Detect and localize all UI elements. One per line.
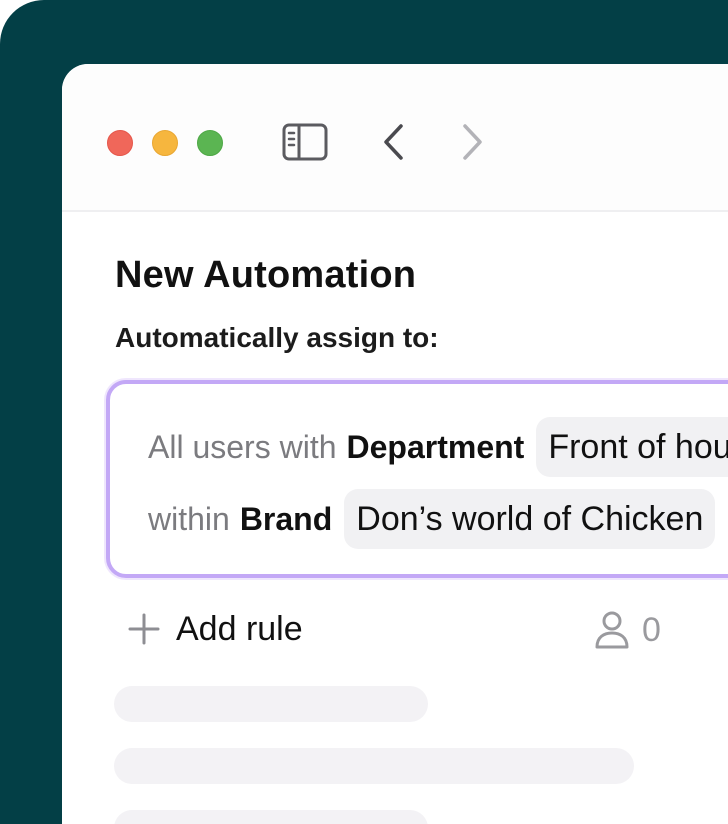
rule-field-label: Department — [346, 428, 525, 465]
user-count-value: 0 — [642, 610, 661, 649]
user-icon — [595, 611, 629, 649]
matched-users-count: 0 — [594, 608, 661, 652]
add-rule-label: Add rule — [176, 609, 303, 648]
loading-placeholder — [114, 748, 634, 784]
close-window-button[interactable] — [107, 130, 133, 156]
assignment-rule-card[interactable]: All users with Department Front of house… — [106, 380, 728, 578]
rule-field-label: Brand — [239, 500, 333, 537]
loading-placeholder — [114, 810, 428, 824]
rule-condition-brand: within Brand Don’s world of Chicken — [148, 489, 716, 549]
rule-prefix: All users with — [148, 428, 337, 465]
brand-value-select[interactable]: Don’s world of Chicken — [344, 489, 716, 549]
window-titlebar — [62, 64, 728, 212]
chevron-right-icon[interactable] — [458, 122, 486, 162]
zoom-window-button[interactable] — [197, 130, 223, 156]
app-window: New Automation Automatically assign to: … — [62, 64, 728, 824]
plus-icon — [128, 613, 160, 645]
rule-condition-department: All users with Department Front of house — [148, 417, 728, 477]
minimize-window-button[interactable] — [152, 130, 178, 156]
loading-placeholder — [114, 686, 428, 722]
page-subtitle: Automatically assign to: — [115, 322, 439, 353]
chevron-left-icon[interactable] — [380, 122, 408, 162]
app-backdrop: New Automation Automatically assign to: … — [0, 0, 728, 824]
department-value-select[interactable]: Front of house — [536, 417, 728, 477]
rule-prefix: within — [148, 500, 230, 537]
add-rule-button[interactable]: Add rule — [128, 604, 303, 654]
page-title: New Automation — [115, 254, 417, 296]
sidebar-toggle-icon[interactable] — [282, 122, 328, 162]
